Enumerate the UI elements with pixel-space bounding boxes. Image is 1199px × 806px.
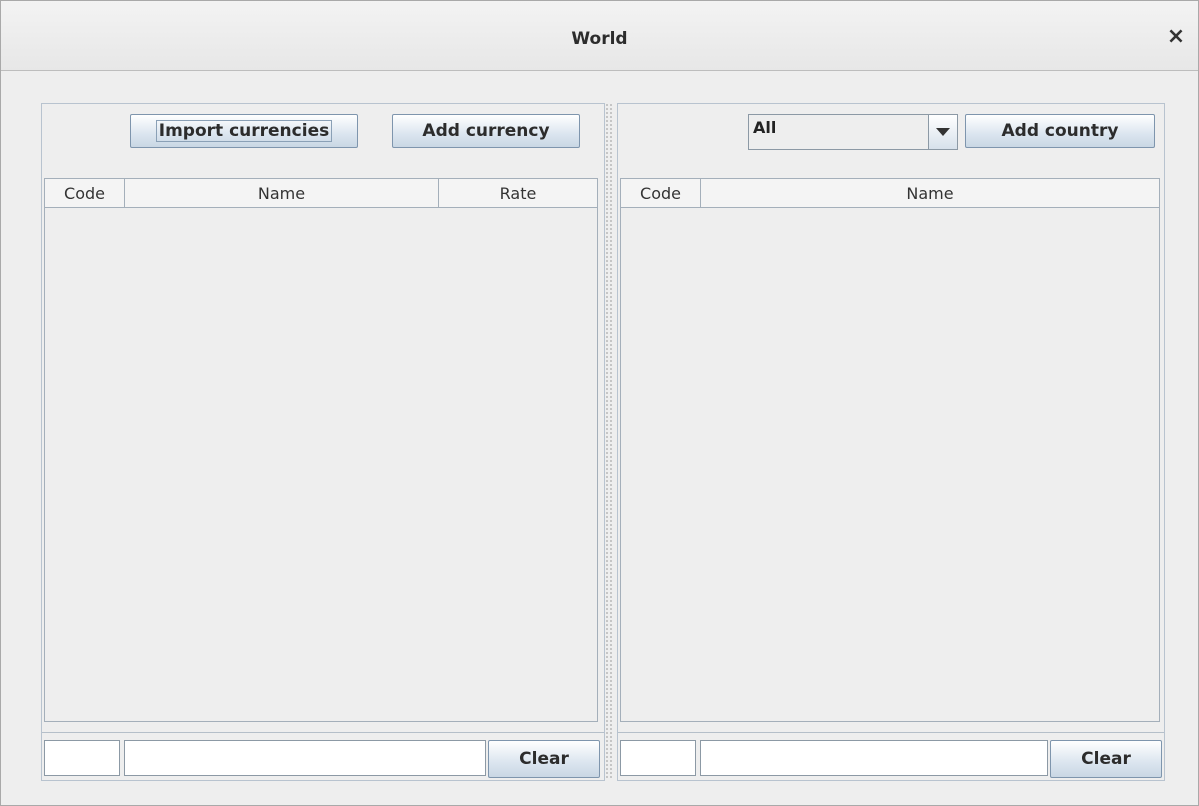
import-currencies-label: Import currencies (155, 120, 333, 142)
separator (618, 732, 1164, 733)
column-header-name[interactable]: Name (125, 179, 439, 207)
separator (42, 732, 604, 733)
column-header-rate[interactable]: Rate (439, 179, 597, 207)
clear-countries-button[interactable]: Clear (1050, 740, 1162, 778)
add-country-button[interactable]: Add country (965, 114, 1155, 148)
country-name-filter[interactable] (700, 740, 1048, 776)
clear-currencies-button[interactable]: Clear (488, 740, 600, 778)
chevron-down-icon[interactable] (928, 115, 957, 149)
countries-table-header: Code Name (620, 178, 1160, 208)
split-divider[interactable] (605, 103, 613, 779)
countries-table[interactable] (620, 208, 1160, 722)
column-header-code[interactable]: Code (45, 179, 125, 207)
country-code-filter[interactable] (620, 740, 696, 776)
world-window: World × Import currencies Add currency C… (0, 0, 1199, 806)
close-icon[interactable]: × (1164, 25, 1188, 49)
import-currencies-button[interactable]: Import currencies (130, 114, 358, 148)
title-bar: World × (1, 1, 1198, 71)
currencies-table-header: Code Name Rate (44, 178, 598, 208)
currencies-panel: Import currencies Add currency Code Name… (41, 103, 605, 781)
country-filter-dropdown[interactable]: All (748, 114, 958, 150)
currencies-table[interactable] (44, 208, 598, 722)
column-header-name[interactable]: Name (701, 179, 1159, 207)
countries-panel: All Add country Code Name Clear (617, 103, 1165, 781)
column-header-code[interactable]: Code (621, 179, 701, 207)
window-title: World (571, 29, 628, 49)
currency-name-filter[interactable] (124, 740, 486, 776)
country-filter-value: All (753, 118, 777, 137)
currency-code-filter[interactable] (44, 740, 120, 776)
add-currency-button[interactable]: Add currency (392, 114, 580, 148)
